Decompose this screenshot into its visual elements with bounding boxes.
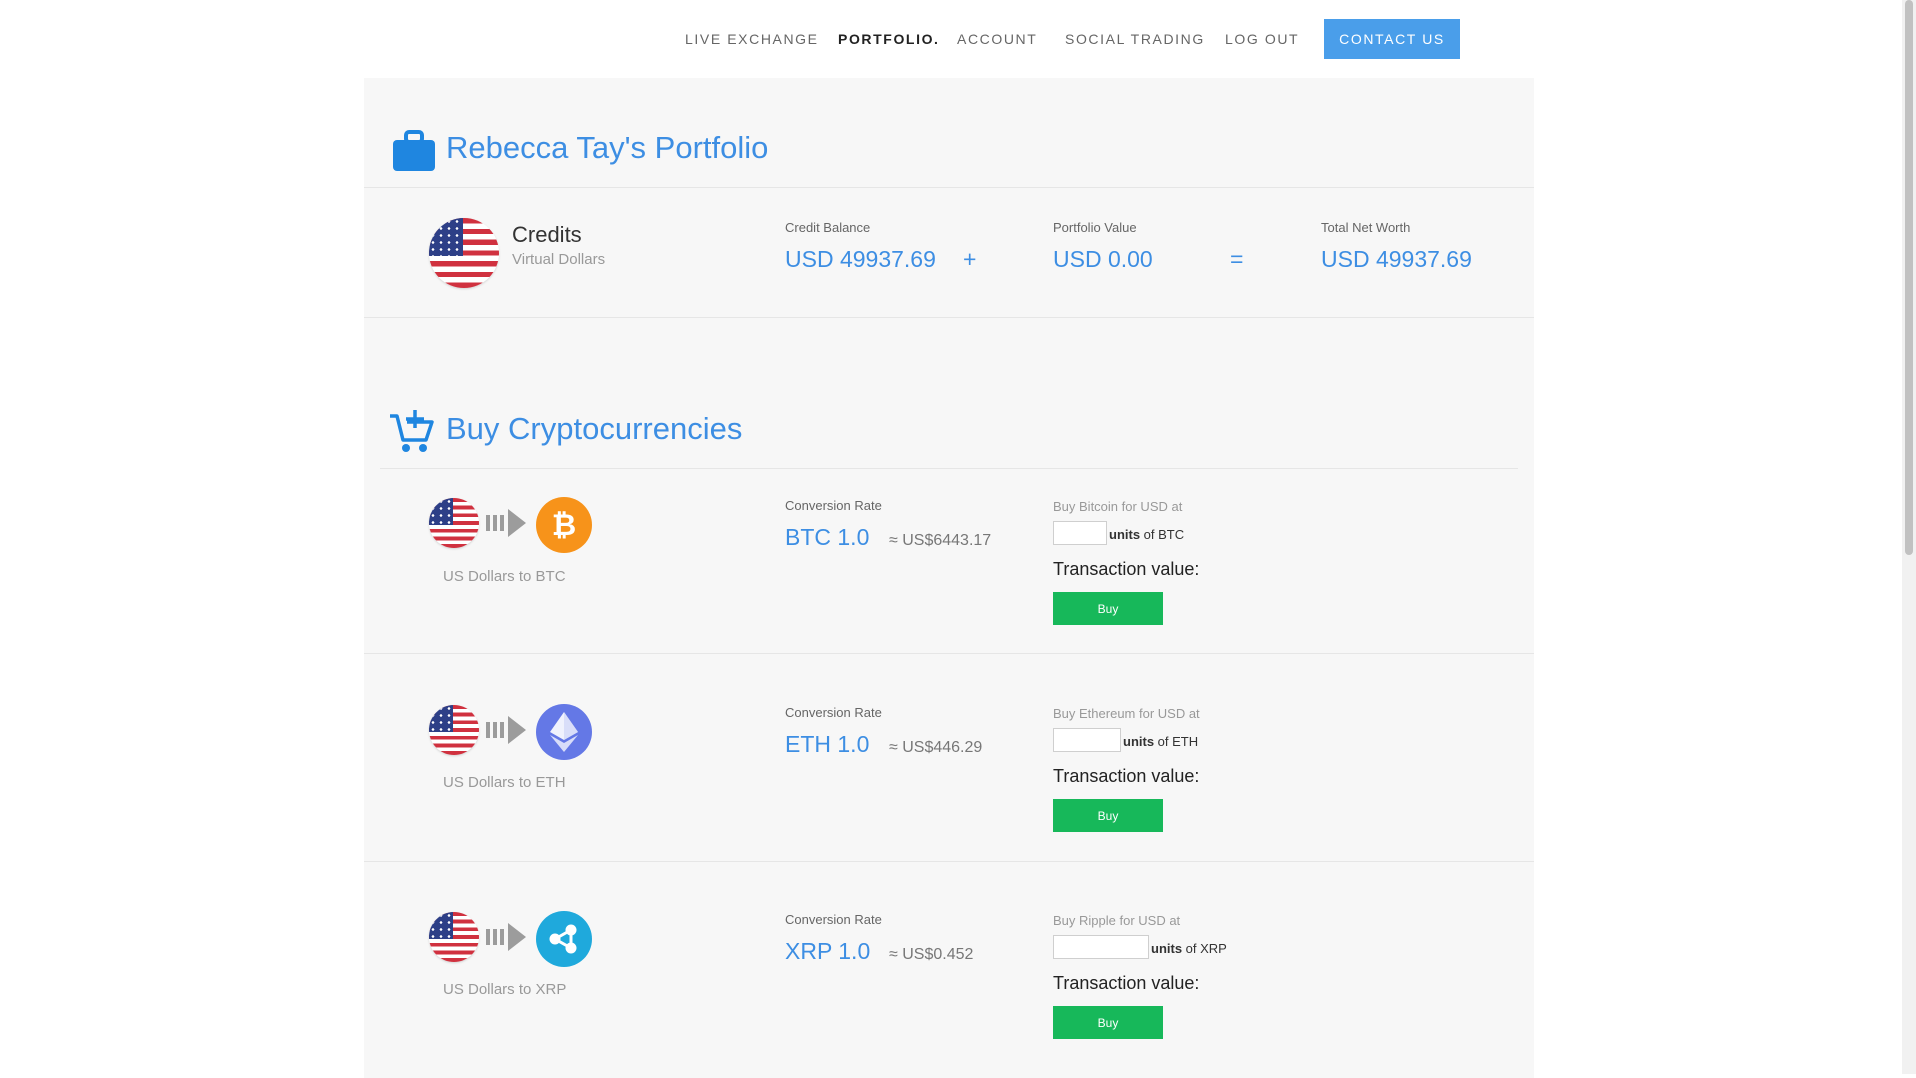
conversion-rate-value: BTC 1.0: [785, 524, 870, 550]
nav-account[interactable]: ACCOUNT: [957, 31, 1037, 47]
usd-equivalent: ≈ US$446.29: [889, 739, 983, 756]
scrollbar-thumb[interactable]: [1905, 0, 1913, 555]
credit-balance-label: Credit Balance: [785, 220, 871, 235]
crypto-row-eth: US Dollars to ETH Conversion Rate ETH 1.…: [364, 654, 1534, 861]
units-input[interactable]: [1053, 521, 1107, 545]
usd-equivalent: ≈ US$6443.17: [889, 532, 992, 549]
us-flag-icon: [429, 218, 499, 288]
conversion-rate-label: Conversion Rate: [785, 912, 882, 927]
conversion-caption: US Dollars to XRP: [443, 981, 567, 998]
arrow-right-icon: [486, 716, 526, 744]
contact-us-button[interactable]: CONTACT US: [1324, 19, 1460, 59]
top-nav: LIVE EXCHANGE PORTFOLIO. ACCOUNT SOCIAL …: [0, 0, 1902, 78]
portfolio-value-label: Portfolio Value: [1053, 220, 1137, 235]
units-input[interactable]: [1053, 728, 1121, 752]
transaction-value-label: Transaction value:: [1053, 766, 1200, 786]
buy-button[interactable]: Buy: [1053, 799, 1163, 832]
conversion-caption: US Dollars to BTC: [443, 568, 566, 585]
crypto-row-xrp: US Dollars to XRP Conversion Rate XRP 1.…: [364, 862, 1534, 1072]
us-flag-icon: [429, 498, 479, 548]
transaction-value-label: Transaction value:: [1053, 559, 1200, 579]
portfolio-panel: Rebecca Tay's Portfolio Credits Virtual …: [364, 78, 1534, 1078]
units-label: units of XRP: [1151, 941, 1227, 956]
divider: [364, 187, 1534, 188]
conversion-rate-value: ETH 1.0: [785, 731, 870, 757]
transaction-value-label: Transaction value:: [1053, 973, 1200, 993]
bitcoin-icon: ₿: [536, 497, 592, 553]
ethereum-icon: [536, 704, 592, 760]
arrow-right-icon: [486, 509, 526, 537]
equals-sign: =: [1230, 246, 1244, 272]
ripple-icon: [536, 911, 592, 967]
credits-title: Credits: [512, 222, 582, 247]
plus-sign: +: [963, 246, 977, 272]
scrollbar[interactable]: [1902, 0, 1916, 1074]
briefcase-icon: [392, 130, 436, 172]
buy-cryptocurrencies-title: Buy Cryptocurrencies: [446, 411, 743, 446]
conversion-rate-label: Conversion Rate: [785, 498, 882, 513]
units-input[interactable]: [1053, 935, 1149, 959]
buy-at-label: Buy Bitcoin for USD at: [1053, 499, 1183, 514]
buy-button[interactable]: Buy: [1053, 592, 1163, 625]
conversion-rate-label: Conversion Rate: [785, 705, 882, 720]
nav-log-out[interactable]: LOG OUT: [1225, 31, 1299, 47]
crypto-row-btc: ₿ US Dollars to BTC Conversion Rate BTC …: [364, 469, 1534, 653]
usd-equivalent: ≈ US$0.452: [889, 946, 974, 963]
conversion-caption: US Dollars to ETH: [443, 774, 566, 791]
credits-subtitle: Virtual Dollars: [512, 251, 606, 268]
buy-at-label: Buy Ripple for USD at: [1053, 913, 1181, 928]
add-to-cart-icon: [388, 408, 436, 454]
nav-social-trading[interactable]: SOCIAL TRADING: [1065, 31, 1205, 47]
units-label: units of ETH: [1123, 734, 1199, 749]
arrow-right-icon: [486, 923, 526, 951]
divider: [364, 317, 1534, 318]
us-flag-icon: [429, 705, 479, 755]
conversion-rate-value: XRP 1.0: [785, 938, 871, 964]
credit-balance-value: USD 49937.69: [785, 246, 936, 272]
portfolio-value-value: USD 0.00: [1053, 246, 1153, 272]
nav-portfolio[interactable]: PORTFOLIO.: [838, 31, 940, 47]
buy-button[interactable]: Buy: [1053, 1006, 1163, 1039]
net-worth-value: USD 49937.69: [1321, 246, 1472, 272]
units-label: units of BTC: [1109, 527, 1185, 542]
buy-at-label: Buy Ethereum for USD at: [1053, 706, 1200, 721]
us-flag-icon: [429, 912, 479, 962]
net-worth-label: Total Net Worth: [1321, 220, 1411, 235]
nav-live-exchange[interactable]: LIVE EXCHANGE: [685, 31, 819, 47]
portfolio-title: Rebecca Tay's Portfolio: [446, 130, 769, 165]
